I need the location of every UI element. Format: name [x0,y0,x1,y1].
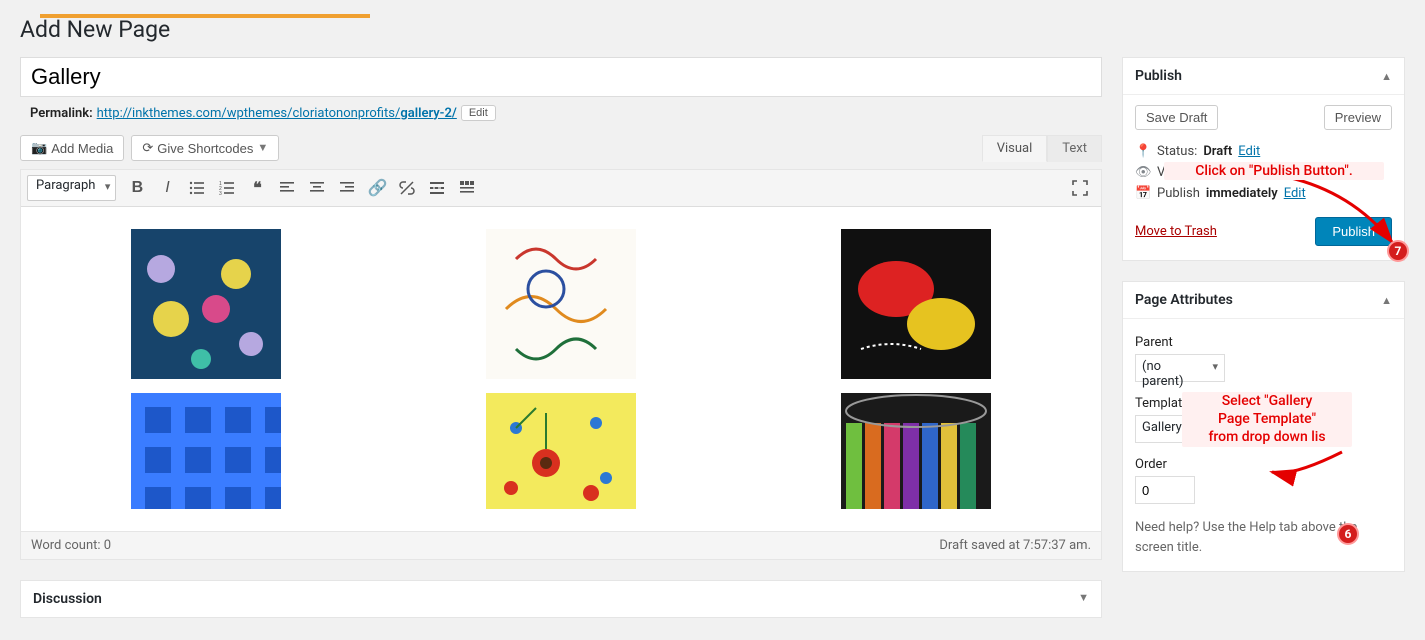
preview-button[interactable]: Preview [1324,105,1392,130]
calendar-icon: 📅 [1135,186,1151,201]
template-select[interactable]: Gallery Page [1135,415,1265,443]
add-media-button[interactable]: 📷 Add Media [20,135,124,161]
permalink-edit-button[interactable]: Edit [461,105,496,121]
bullet-list-button[interactable] [182,174,212,202]
order-label: Order [1135,457,1392,472]
editor-toolbar: Paragraph B I 123 ❝ 🔗 [21,170,1101,207]
page-attributes-header[interactable]: Page Attributes ▲ [1123,282,1404,319]
main-column: Permalink: http://inkthemes.com/wpthemes… [20,57,1102,618]
permalink-url[interactable]: http://inkthemes.com/wpthemes/cloriatono… [97,106,457,121]
tab-visual[interactable]: Visual [982,135,1048,162]
gallery-image[interactable] [131,229,281,379]
align-left-button[interactable] [272,174,302,202]
readmore-button[interactable] [422,174,452,202]
top-accent-bar [40,14,370,18]
gallery-image[interactable] [486,229,636,379]
gallery-image[interactable] [131,393,281,509]
template-label: Template [1135,396,1392,411]
status-row: 📍 Status: Draft Edit [1135,144,1392,159]
discussion-title: Discussion [33,591,102,607]
italic-button[interactable]: I [152,174,182,202]
gallery-image[interactable] [841,229,991,379]
word-count: Word count: 0 [31,538,111,553]
bold-button[interactable]: B [122,174,152,202]
pin-icon: 📍 [1135,144,1151,159]
draft-saved-time: Draft saved at 7:57:37 am. [939,538,1091,553]
editor-content-area[interactable] [21,207,1101,531]
discussion-panel-header[interactable]: Discussion ▼ [21,581,1101,617]
chevron-down-icon: ▼ [1078,591,1089,607]
eye-icon: 👁 [1135,165,1151,180]
order-input[interactable] [1135,476,1195,504]
marker-7: 7 [1387,240,1409,262]
schedule-edit-link[interactable]: Edit [1284,186,1306,201]
page-attributes-panel: Page Attributes ▲ Parent (no parent) Tem… [1122,281,1405,572]
status-edit-link[interactable]: Edit [1238,144,1260,159]
visibility-edit-link[interactable]: Edit [1257,165,1279,180]
toolbar-toggle-button[interactable] [452,174,482,202]
visibility-row: 👁 Visibility: Public Edit [1135,165,1392,180]
camera-icon: 📷 [31,140,47,156]
svg-text:3: 3 [219,191,222,196]
permalink-row: Permalink: http://inkthemes.com/wpthemes… [20,97,1102,135]
page-title-input[interactable] [20,57,1102,97]
refresh-icon: ⟳ [142,140,153,156]
link-button[interactable]: 🔗 [362,174,392,202]
align-center-button[interactable] [302,174,332,202]
publish-panel-title: Publish [1135,68,1182,84]
permalink-label: Permalink: [30,106,93,121]
schedule-row: 📅 Publish immediately Edit [1135,186,1392,201]
page-title: Add New Page [20,16,1405,43]
editor-box: Paragraph B I 123 ❝ 🔗 [20,169,1102,560]
editor-footer: Word count: 0 Draft saved at 7:57:37 am. [21,531,1101,559]
marker-6: 6 [1337,523,1359,545]
sidebar-column: Publish ▲ Save Draft Preview 📍 Status: D… [1122,57,1405,618]
numbered-list-button[interactable]: 123 [212,174,242,202]
publish-panel: Publish ▲ Save Draft Preview 📍 Status: D… [1122,57,1405,261]
chevron-up-icon: ▲ [1381,70,1392,83]
blockquote-button[interactable]: ❝ [242,174,272,202]
page-attributes-title: Page Attributes [1135,292,1233,308]
parent-label: Parent [1135,335,1392,350]
unlink-button[interactable] [392,174,422,202]
parent-select[interactable]: (no parent) [1135,354,1225,382]
move-to-trash-link[interactable]: Move to Trash [1135,224,1217,239]
align-right-button[interactable] [332,174,362,202]
format-select[interactable]: Paragraph [27,175,116,201]
chevron-down-icon: ▼ [257,142,268,154]
gallery-image[interactable] [841,393,991,509]
save-draft-button[interactable]: Save Draft [1135,105,1218,130]
gallery-row-1 [41,229,1081,379]
gallery-image[interactable] [486,393,636,509]
tab-text[interactable]: Text [1047,135,1102,162]
publish-panel-header[interactable]: Publish ▲ [1123,58,1404,95]
gallery-row-2 [41,393,1081,509]
chevron-up-icon: ▲ [1381,294,1392,307]
publish-button[interactable]: Publish [1315,217,1392,246]
give-shortcodes-button[interactable]: ⟳ Give Shortcodes ▼ [131,135,279,161]
discussion-panel: Discussion ▼ [20,580,1102,618]
fullscreen-button[interactable] [1065,174,1095,202]
